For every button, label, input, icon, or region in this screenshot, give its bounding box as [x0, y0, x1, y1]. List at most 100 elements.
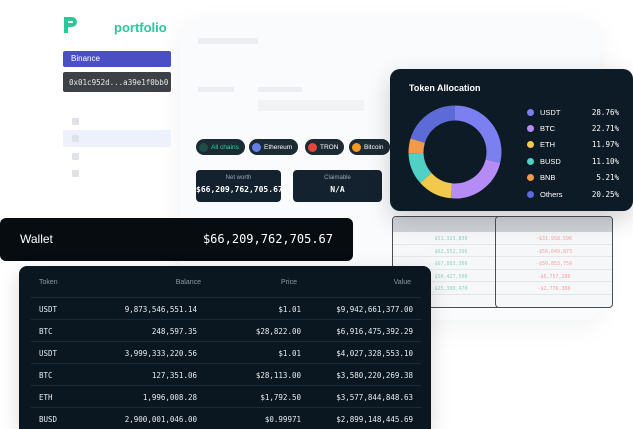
- mini-card-losers: -$31,958,596 -$56,649,873 -$50,853,759 -…: [495, 216, 613, 308]
- cell-balance: 248,597.35: [151, 327, 197, 336]
- column-value[interactable]: Value: [394, 279, 411, 286]
- exchange-selector[interactable]: Binance: [63, 51, 171, 67]
- donut-slice-btc[interactable]: [450, 158, 501, 199]
- cell-token: BTC: [39, 327, 53, 336]
- token-allocation-title: Token Allocation: [409, 83, 481, 93]
- chain-pill-tron[interactable]: TRON: [305, 139, 345, 155]
- faded-label-bar: [258, 87, 302, 92]
- token-table: Token Balance Price Value USDT 9,873,546…: [19, 266, 431, 429]
- allocation-legend: USDT 28.76% BTC 22.71% ETH 11.97% BUSD 1…: [527, 104, 619, 202]
- cell-value: $6,916,475,392.29: [336, 327, 413, 336]
- cell-token: USDT: [39, 349, 58, 358]
- faded-value-bar: [258, 100, 364, 111]
- legend-token: BUSD: [540, 156, 561, 166]
- cell-token: BTC: [39, 371, 53, 380]
- legend-swatch: [527, 190, 534, 198]
- net-worth-value: $66,209,762,705.67: [196, 185, 283, 194]
- cell-balance: 3,999,333,220.56: [124, 349, 197, 358]
- legend-token: USDT: [540, 107, 561, 117]
- donut-slice-bnb[interactable]: [408, 138, 425, 154]
- claimable-label: Claimable: [324, 175, 351, 181]
- legend-swatch: [527, 141, 534, 149]
- cell-price: $0.99971: [264, 415, 301, 424]
- wallet-address[interactable]: 0x01c952d...a39e1f0bb0: [63, 72, 171, 92]
- legend-item-btc: BTC 22.71%: [527, 120, 619, 136]
- legend-percent: 28.76%: [591, 107, 619, 117]
- donut-slice-usdt[interactable]: [454, 105, 502, 163]
- legend-percent: 11.97%: [591, 140, 619, 150]
- cell-price: $1,792.50: [260, 393, 301, 402]
- mini-row: -$56,649,873: [496, 245, 612, 257]
- table-row[interactable]: USDT 9,873,546,551.14 $1.01 $9,942,661,3…: [31, 297, 421, 319]
- cell-balance: 1,996,008.28: [142, 393, 197, 402]
- table-row[interactable]: BTC 248,597.35 $28,822.00 $6,916,475,392…: [31, 319, 421, 341]
- table-row[interactable]: USDT 3,999,333,220.56 $1.01 $4,027,328,5…: [31, 341, 421, 363]
- mini-row: $51,323,830: [393, 232, 509, 245]
- chain-pill-all[interactable]: All chains: [196, 139, 245, 155]
- chain-label: TRON: [320, 143, 339, 151]
- mini-card-header: [393, 217, 509, 232]
- claimable-value: N/A: [330, 185, 345, 194]
- legend-token: ETH: [540, 140, 555, 150]
- wallet-total: $66,209,762,705.67: [202, 232, 333, 246]
- cell-balance: 2,900,001,046.00: [124, 415, 197, 424]
- legend-item-usdt: USDT 28.76%: [527, 104, 619, 120]
- token-allocation-card: Token Allocation USDT 28.76% BTC 22.71% …: [390, 69, 633, 211]
- cell-balance: 127,351.06: [151, 371, 197, 380]
- cell-price: $28,113.00: [255, 371, 301, 380]
- faded-label-bar: [198, 87, 234, 92]
- cell-price: $1.01: [278, 349, 301, 358]
- cell-value: $3,577,844,848.63: [336, 393, 413, 402]
- donut-slice-busd[interactable]: [408, 152, 432, 183]
- column-balance[interactable]: Balance: [176, 279, 201, 286]
- legend-swatch: [527, 174, 534, 182]
- chain-label: Ethereum: [264, 143, 293, 151]
- cell-price: $1.01: [278, 305, 301, 314]
- net-worth-label: Net worth: [225, 175, 252, 181]
- table-row[interactable]: BUSD 2,900,001,046.00 $0.99971 $2,899,14…: [31, 407, 421, 429]
- legend-swatch: [527, 108, 534, 116]
- legend-token: BNB: [540, 173, 556, 183]
- sidebar-item-active[interactable]: [63, 130, 171, 147]
- mini-row: -$6,757,286: [496, 270, 612, 282]
- mini-card-header: [496, 217, 612, 232]
- user-icon[interactable]: [72, 118, 79, 125]
- column-price[interactable]: Price: [281, 279, 297, 286]
- wallet-header: Wallet $66,209,762,705.67: [0, 218, 353, 261]
- cell-value: $2,899,148,445.69: [336, 415, 413, 424]
- table-row[interactable]: ETH 1,996,008.28 $1,792.50 $3,577,844,84…: [31, 385, 421, 407]
- claimable-card: Claimable N/A: [293, 170, 382, 202]
- chain-pill-ethereum[interactable]: Ethereum: [249, 139, 299, 155]
- legend-token: BTC: [540, 124, 555, 134]
- wallet-icon[interactable]: [72, 135, 79, 142]
- logo-icon: [64, 17, 77, 33]
- legend-item-bnb: BNB 5.21%: [527, 170, 619, 186]
- legend-percent: 22.71%: [591, 124, 619, 134]
- all-chains-icon: [199, 142, 208, 152]
- ethereum-icon: [252, 142, 261, 152]
- column-token[interactable]: Token: [39, 279, 58, 286]
- donut-slice-eth[interactable]: [420, 172, 453, 199]
- allocation-donut-chart: [408, 105, 502, 199]
- net-worth-card: Net worth $66,209,762,705.67: [196, 170, 283, 202]
- cell-value: $4,027,328,553.10: [336, 349, 413, 358]
- mini-row: -$2,776,366: [496, 282, 612, 295]
- wallet-title: Wallet: [20, 232, 53, 246]
- grid-icon[interactable]: [72, 153, 79, 160]
- legend-item-others: Others 20.25%: [527, 186, 619, 202]
- legend-percent: 5.21%: [596, 173, 619, 183]
- legend-item-busd: BUSD 11.10%: [527, 153, 619, 169]
- table-row[interactable]: BTC 127,351.06 $28,113.00 $3,580,220,269…: [31, 363, 421, 385]
- brand-name: portfolio: [114, 20, 167, 35]
- table-header: Token Balance Price Value: [19, 276, 431, 292]
- legend-item-eth: ETH 11.97%: [527, 137, 619, 153]
- cell-token: BUSD: [39, 415, 58, 424]
- chain-pill-bitcoin[interactable]: Bitcoin: [349, 139, 390, 155]
- cell-token: USDT: [39, 305, 58, 314]
- mini-row: -$31,958,596: [496, 232, 612, 245]
- tron-icon: [308, 142, 317, 152]
- cell-balance: 9,873,546,551.14: [124, 305, 197, 314]
- donut-slice-others[interactable]: [410, 105, 456, 144]
- chain-label: All chains: [211, 143, 239, 151]
- lock-icon[interactable]: [72, 170, 79, 177]
